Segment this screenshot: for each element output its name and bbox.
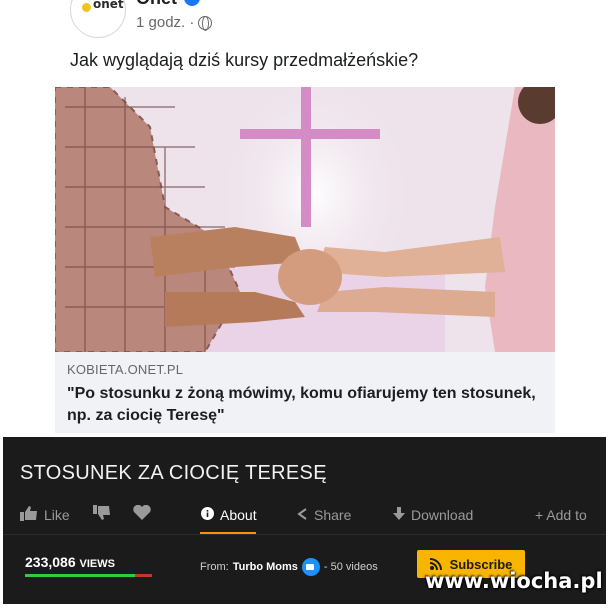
facebook-post: onet Onet 1 godz. · Jak wyglądają dziś k…: [0, 0, 610, 438]
channel-info: From: Turbo Moms - 50 videos: [200, 558, 378, 576]
link-domain: KOBIETA.ONET.PL: [67, 362, 184, 377]
from-label: From:: [200, 561, 229, 573]
page-avatar[interactable]: onet: [70, 0, 126, 38]
link-preview-card[interactable]: KOBIETA.ONET.PL "Po stosunku z żoną mówi…: [55, 87, 555, 433]
tab-about[interactable]: About: [201, 503, 257, 527]
verified-icon: [184, 0, 200, 6]
add-to-label: + Add to: [535, 507, 587, 523]
views-count: 233,086 VIEWS: [25, 554, 115, 570]
heart-icon: [133, 504, 151, 525]
onet-logo-dot: [82, 3, 91, 12]
share-button[interactable]: Share: [296, 503, 351, 527]
rating-bar: [25, 574, 152, 577]
channel-camera-icon: [301, 558, 320, 576]
post-meta: 1 godz. ·: [136, 14, 213, 31]
video-title: STOSUNEK ZA CIOCIĘ TERESĘ: [20, 462, 327, 484]
post-text: Jak wyglądają dziś kursy przedmałżeńskie…: [70, 50, 419, 70]
info-icon: [201, 506, 214, 524]
share-label: Share: [314, 507, 352, 523]
rating-bar-fill: [25, 574, 136, 577]
couple-holding-hands-image: [55, 87, 555, 352]
link-headline[interactable]: "Po stosunku z żoną mówimy, komu ofiaruj…: [67, 383, 537, 427]
avatar-logo-text: onet: [93, 0, 124, 11]
like-label: Like: [44, 507, 70, 523]
post-time[interactable]: 1 godz. ·: [136, 14, 194, 31]
thumbs-up-icon: [20, 505, 38, 525]
views-label: VIEWS: [79, 558, 115, 570]
add-to-button[interactable]: + Add to: [535, 503, 587, 527]
video-info-panel: STOSUNEK ZA CIOCIĘ TERESĘ Like About Sha…: [3, 437, 606, 609]
video-actions-bar: Like About Share Download + Add to: [3, 503, 606, 531]
channel-name[interactable]: Turbo Moms: [233, 561, 298, 573]
share-icon: [296, 507, 308, 524]
download-button[interactable]: Download: [393, 503, 473, 527]
like-button[interactable]: Like: [20, 503, 70, 527]
download-label: Download: [411, 507, 474, 523]
dislike-button[interactable]: [93, 503, 111, 527]
favorite-button[interactable]: [133, 503, 151, 527]
watermark: www.wiocha.pl: [425, 569, 603, 593]
videos-count: - 50 videos: [323, 561, 378, 573]
actions-divider: [3, 534, 606, 535]
link-preview-image[interactable]: [55, 87, 555, 352]
views-number: 233,086: [25, 554, 76, 570]
download-icon: [393, 506, 405, 524]
globe-icon: [198, 15, 213, 31]
bottom-strip: [0, 604, 610, 609]
page-name[interactable]: Onet: [136, 0, 177, 9]
about-label: About: [220, 507, 257, 523]
thumbs-down-icon: [93, 505, 111, 525]
